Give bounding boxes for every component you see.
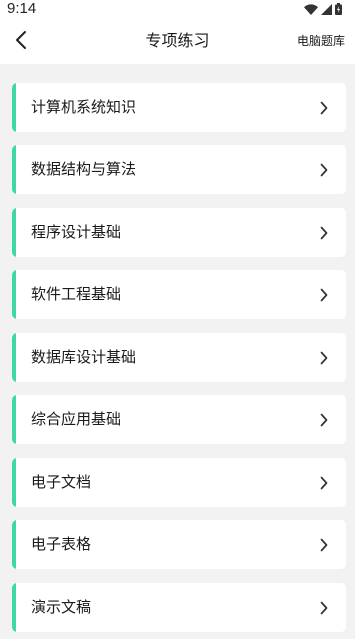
list-item-label: 数据库设计基础 [31,348,137,366]
list-item-database-design-basics[interactable]: 数据库设计基础 [12,333,346,382]
chevron-left-icon [15,30,27,54]
accent-bar [12,520,16,569]
chevron-right-icon [318,223,330,242]
list-item-spreadsheets[interactable]: 电子表格 [12,520,346,569]
list-item-label: 软件工程基础 [31,285,122,303]
list-item-presentations[interactable]: 演示文稿 [12,583,346,632]
list-item-computer-system-knowledge[interactable]: 计算机系统知识 [12,83,346,132]
list-item-programming-basics[interactable]: 程序设计基础 [12,208,346,257]
question-bank-link[interactable]: 电脑题库 [297,33,345,49]
list-item-software-engineering-basics[interactable]: 软件工程基础 [12,270,346,319]
status-icons [304,2,342,15]
accent-bar [12,583,16,632]
back-button[interactable] [6,27,36,57]
status-bar: 9:14 [0,0,355,20]
chevron-right-icon [318,410,330,429]
chevron-right-icon [318,473,330,492]
accent-bar [12,145,16,194]
list-item-label: 数据结构与算法 [31,160,137,178]
accent-bar [12,333,16,382]
chevron-right-icon [318,160,330,179]
accent-bar [12,395,16,444]
list-item-label: 计算机系统知识 [31,98,137,116]
chevron-right-icon [318,598,330,617]
list-item-electronic-documents[interactable]: 电子文档 [12,458,346,507]
status-time: 9:14 [7,0,37,17]
wifi-icon [304,0,318,19]
list-item-label: 综合应用基础 [31,410,122,428]
list-item-comprehensive-application-basics[interactable]: 综合应用基础 [12,395,346,444]
chevron-right-icon [318,535,330,554]
chevron-right-icon [318,285,330,304]
nav-bar: 专项练习 电脑题库 [0,20,355,64]
list-item-label: 电子表格 [31,535,92,553]
chevron-right-icon [318,98,330,117]
list-item-data-structures-algorithms[interactable]: 数据结构与算法 [12,145,346,194]
accent-bar [12,270,16,319]
list-item-label: 程序设计基础 [31,223,122,241]
list-item-label: 电子文档 [31,473,92,491]
accent-bar [12,458,16,507]
accent-bar [12,208,16,257]
battery-icon [335,0,342,19]
accent-bar [12,83,16,132]
cellular-signal-icon [321,0,332,19]
chevron-right-icon [318,348,330,367]
list-item-label: 演示文稿 [31,598,92,616]
